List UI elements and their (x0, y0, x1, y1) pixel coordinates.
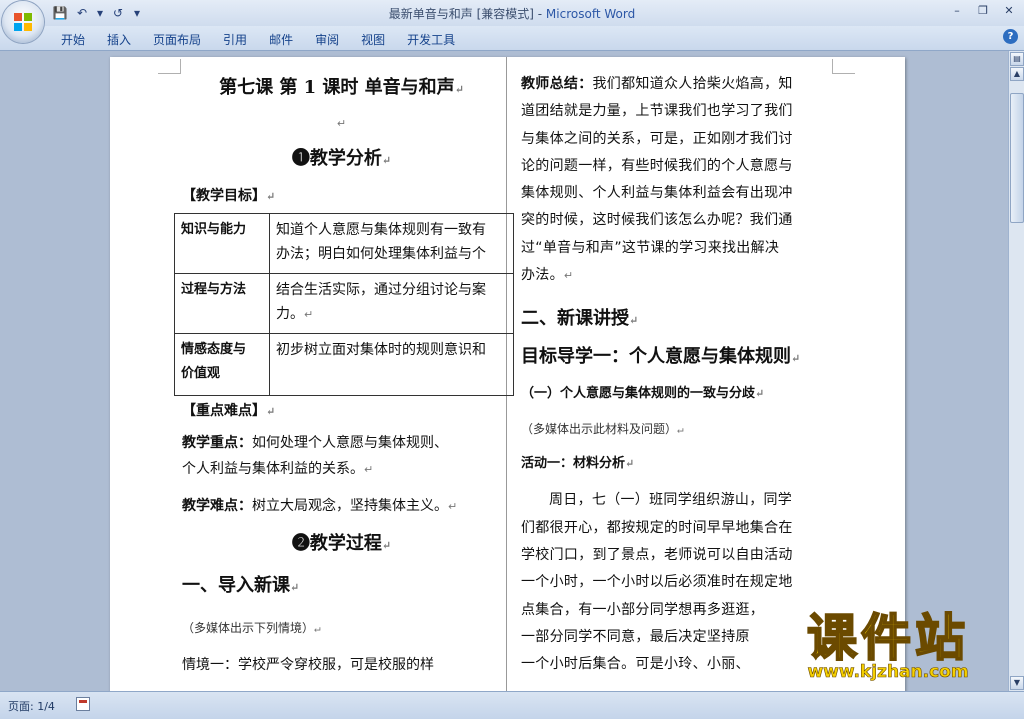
table-cell-label: 知识与能力 (174, 213, 270, 274)
tab-page-layout[interactable]: 页面布局 (142, 29, 212, 50)
scene-paragraph: 情境一：学校严令穿校服，可是校服的样 (182, 657, 434, 673)
table-cell-text: 知道个人意愿与集体规则有一致有 办法；明白如何处理集体利益与个 (269, 213, 514, 274)
goals-table: 知识与能力 知道个人意愿与集体规则有一致有 办法；明白如何处理集体利益与个 过程… (174, 213, 514, 396)
empty-paragraph: ↵ (336, 117, 347, 130)
status-bar: 页面: 1/4 (0, 691, 1024, 719)
left-column: 第七课 第 1 课时 单音与和声↵ ↵ ❶教学分析↵ 【教学目标】↵ 知识与能力… (174, 71, 514, 678)
multimedia-note: （多媒体出示此材料及问题）↵ (521, 422, 684, 437)
tab-mailings[interactable]: 邮件 (258, 29, 304, 50)
tab-developer[interactable]: 开发工具 (396, 29, 466, 50)
title-bar: 💾 ↶ ▾ ↺ ▾ 最新单音与和声 [兼容模式] - Microsoft Wor… (0, 0, 1024, 26)
teacher-summary-paragraph: 教师总结：我们都知道众人拾柴火焰高，知 道团结就是力量，上节课我们也学习了我们 … (521, 76, 793, 284)
section-heading-process: ❷教学过程↵ (291, 533, 392, 554)
document-area[interactable]: 第七课 第 1 课时 单音与和声↵ ↵ ❶教学分析↵ 【教学目标】↵ 知识与能力… (0, 51, 1008, 691)
lesson-title: 第七课 第 1 课时 单音与和声↵ (219, 77, 464, 98)
app-name: Microsoft Word (545, 7, 636, 21)
key-point-paragraph: 教学重点：如何处理个人意愿与集体规则、 个人利益与集体利益的关系。↵ (182, 435, 448, 477)
restore-button[interactable]: ❐ (972, 3, 994, 19)
office-button[interactable] (2, 1, 44, 43)
page-indicator[interactable]: 页面: 1/4 (8, 698, 55, 714)
table-row: 过程与方法 结合生活实际，通过分组讨论与案 力。↵ (174, 273, 514, 334)
tab-review[interactable]: 审阅 (304, 29, 350, 50)
table-row: 情感态度与 价值观 初步树立面对集体时的规则意识和 (174, 333, 514, 396)
minimize-button[interactable]: – (946, 3, 968, 19)
office-logo-icon (14, 13, 32, 31)
scroll-down-button[interactable]: ▼ (1010, 676, 1024, 690)
new-lesson-heading: 二、新课讲授↵ (521, 308, 639, 330)
target-heading: 目标导学一：个人意愿与集体规则↵ (521, 346, 801, 368)
document-page[interactable]: 第七课 第 1 课时 单音与和声↵ ↵ ❶教学分析↵ 【教学目标】↵ 知识与能力… (110, 57, 905, 691)
window-title: 最新单音与和声 [兼容模式] - Microsoft Word (0, 5, 1024, 22)
document-title: 最新单音与和声 [兼容模式] - (388, 7, 546, 21)
watermark-url: www.kjzhan.com (807, 662, 969, 683)
table-cell-text: 结合生活实际，通过分组讨论与案 力。↵ (269, 273, 514, 334)
scroll-nav-buttons: ▼ (1009, 675, 1024, 691)
tab-view[interactable]: 视图 (350, 29, 396, 50)
key-points-heading: 【重点难点】↵ (182, 403, 276, 419)
tab-references[interactable]: 引用 (212, 29, 258, 50)
ribbon: 开始 插入 页面布局 引用 邮件 审阅 视图 开发工具 ? (0, 26, 1024, 51)
table-cell-text: 初步树立面对集体时的规则意识和 (269, 333, 514, 396)
table-row: 知识与能力 知道个人意愿与集体规则有一致有 办法；明白如何处理集体利益与个 (174, 213, 514, 274)
ribbon-tabs: 开始 插入 页面布局 引用 邮件 审阅 视图 开发工具 (50, 29, 466, 50)
intro-heading: 一、导入新课↵ (182, 575, 300, 596)
difficult-point-paragraph: 教学难点：树立大局观念，坚持集体主义。↵ (182, 498, 458, 514)
window-controls: – ❐ ✕ (946, 3, 1020, 19)
tab-insert[interactable]: 插入 (96, 29, 142, 50)
subsection-heading: （一）个人意愿与集体规则的一致与分歧↵ (521, 386, 765, 402)
view-ruler-icon[interactable]: ▤ (1010, 52, 1024, 66)
watermark-logo: 课件站 www.kjzhan.com (772, 609, 1004, 694)
section-heading-analysis: ❶教学分析↵ (291, 148, 392, 169)
proofing-icon[interactable] (76, 697, 90, 711)
tab-home[interactable]: 开始 (50, 29, 96, 50)
right-column: 教师总结：我们都知道众人拾柴火焰高，知 道团结就是力量，上节课我们也学习了我们 … (521, 71, 841, 678)
close-button[interactable]: ✕ (998, 3, 1020, 19)
scroll-up-button[interactable]: ▲ (1010, 67, 1024, 81)
table-cell-label: 情感态度与 价值观 (174, 333, 270, 396)
goals-heading: 【教学目标】↵ (182, 188, 276, 204)
table-cell-label: 过程与方法 (174, 273, 270, 334)
activity-heading: 活动一：材料分析↵ (521, 456, 635, 472)
scrollbar-thumb[interactable] (1010, 93, 1024, 223)
intro-note: （多媒体出示下列情境）↵ (182, 621, 321, 635)
help-icon[interactable]: ? (1003, 29, 1018, 44)
watermark-text: 课件站 (806, 609, 969, 667)
vertical-scrollbar[interactable]: ▤ ▲ ▼ (1008, 51, 1024, 691)
